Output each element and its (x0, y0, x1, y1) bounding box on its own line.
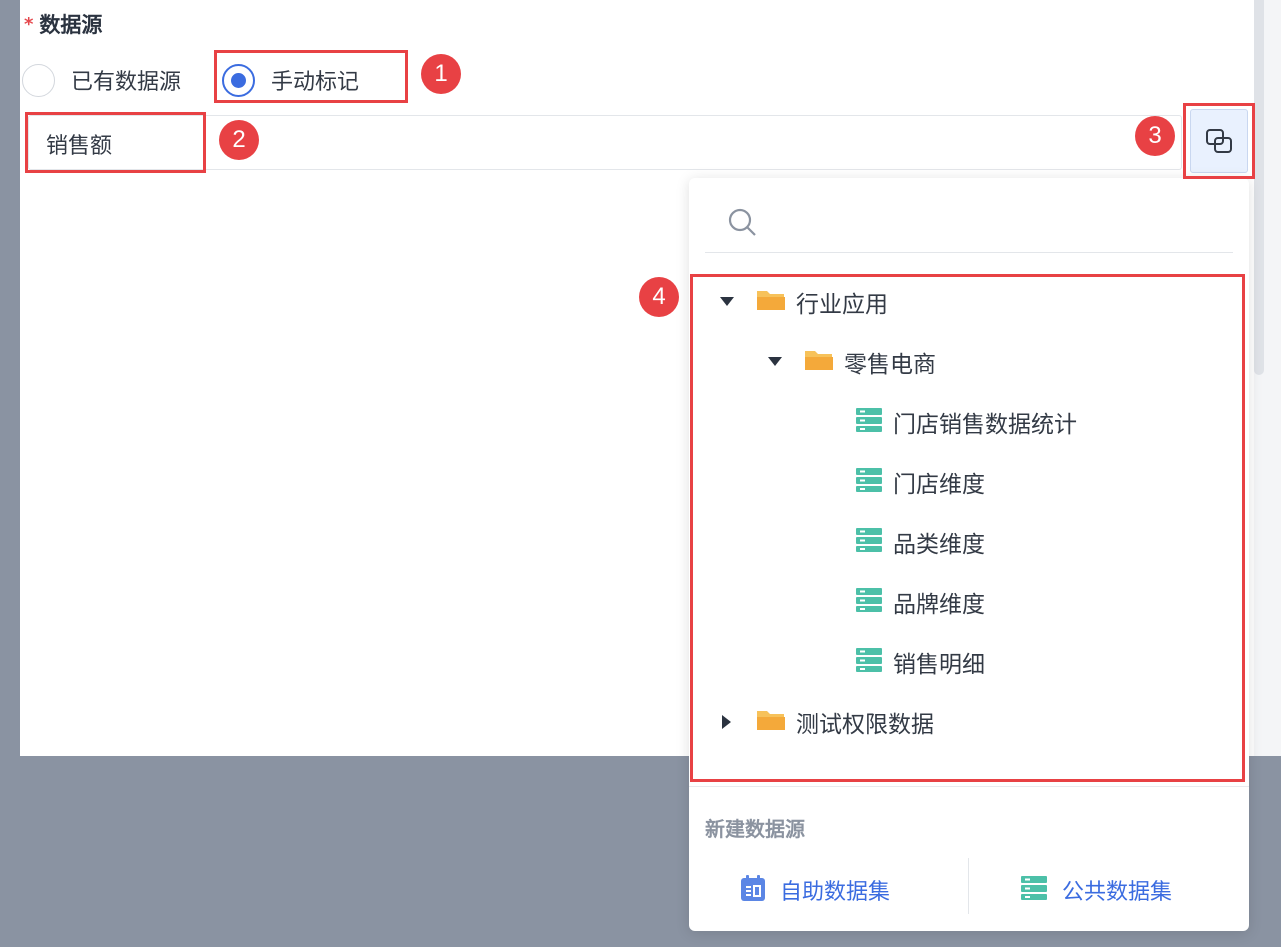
tree-table-brand-dim[interactable]: 品牌维度 (855, 580, 985, 624)
radio-existing-datasource[interactable]: 已有数据源 (22, 60, 181, 100)
new-self-service-dataset-button[interactable]: 自助数据集 (740, 870, 890, 910)
table-dataset-icon (855, 587, 883, 617)
table-dataset-icon (855, 467, 883, 497)
page-scrollbar[interactable] (1254, 0, 1264, 375)
tree-folder-industry[interactable]: 行业应用 (720, 280, 888, 324)
new-datasource-title: 新建数据源 (705, 817, 805, 841)
datasource-input-value: 销售额 (46, 134, 113, 159)
tree-table-sales-detail[interactable]: 销售明细 (855, 640, 985, 684)
search-icon[interactable] (726, 206, 758, 242)
search-input-underline[interactable] (705, 252, 1233, 253)
datasource-input[interactable] (28, 115, 1182, 170)
tree-label: 销售明细 (893, 652, 985, 678)
footer-button-label: 公共数据集 (1062, 880, 1173, 905)
tree-folder-retail[interactable]: 零售电商 (768, 340, 936, 384)
required-mark: * (24, 13, 34, 35)
folder-open-icon (804, 348, 834, 376)
tree-label: 测试权限数据 (796, 712, 934, 738)
caret-right-icon[interactable] (720, 715, 734, 729)
caret-down-icon[interactable] (768, 355, 782, 369)
table-dataset-icon (855, 407, 883, 437)
tree-label: 门店维度 (893, 472, 985, 498)
tree-label: 品类维度 (893, 532, 985, 558)
radio-circle-selected[interactable] (222, 63, 255, 97)
section-title-text: 数据源 (39, 13, 103, 37)
table-dataset-icon (855, 527, 883, 557)
annotation-badge-3: 3 (1135, 116, 1175, 156)
folder-icon (756, 708, 786, 736)
copy-select-icon (1206, 129, 1232, 153)
footer-separator (968, 858, 969, 914)
new-public-dataset-button[interactable]: 公共数据集 (1020, 870, 1172, 910)
section-title: * 数据源 (24, 9, 102, 39)
tree-label: 品牌维度 (893, 592, 985, 618)
tree-table-store-sales[interactable]: 门店销售数据统计 (855, 400, 1077, 444)
annotation-badge-1: 1 (421, 54, 461, 94)
tree-table-category-dim[interactable]: 品类维度 (855, 520, 985, 564)
radio-circle[interactable] (22, 63, 55, 97)
table-dataset-icon (1020, 875, 1048, 905)
tree-label: 门店销售数据统计 (893, 412, 1077, 438)
tree-folder-permission-test[interactable]: 测试权限数据 (720, 700, 934, 744)
table-dataset-icon (855, 647, 883, 677)
radio-label: 已有数据源 (71, 70, 182, 95)
dropdown-divider (689, 786, 1249, 787)
radio-manual-mark[interactable]: 手动标记 (222, 60, 359, 100)
calendar-dataset-icon (740, 874, 766, 906)
folder-open-icon (756, 288, 786, 316)
footer-button-label: 自助数据集 (780, 880, 891, 905)
tree-label: 零售电商 (844, 352, 936, 378)
annotation-badge-4: 4 (639, 277, 679, 317)
caret-down-icon[interactable] (720, 295, 734, 309)
radio-label: 手动标记 (271, 70, 360, 95)
tree-label: 行业应用 (796, 292, 888, 318)
annotation-badge-2: 2 (219, 120, 259, 160)
tree-table-store-dim[interactable]: 门店维度 (855, 460, 985, 504)
select-datasource-button[interactable] (1190, 109, 1248, 173)
